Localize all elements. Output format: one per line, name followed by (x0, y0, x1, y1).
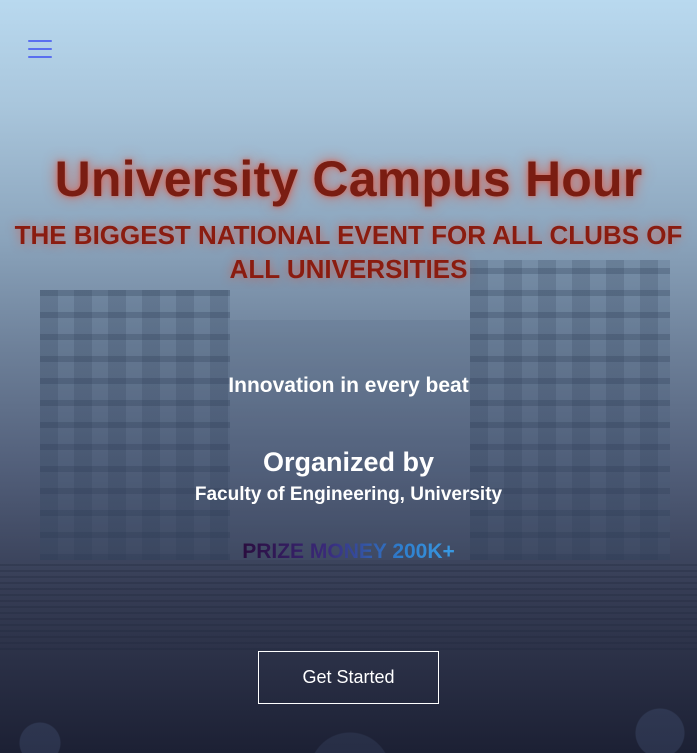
background-building-center (230, 320, 470, 560)
hero-section: University Campus Hour THE BIGGEST NATIO… (0, 0, 697, 753)
hamburger-menu-icon[interactable] (28, 40, 52, 58)
menu-bar (28, 48, 52, 50)
background-steps (0, 560, 697, 650)
organized-by-heading: Organized by (262, 447, 435, 477)
background-building-right (470, 260, 670, 560)
hero-title: University Campus Hour (54, 151, 643, 207)
prize-money-text: PRIZE MONEY 200K+ (242, 540, 455, 563)
get-started-button[interactable]: Get Started (258, 651, 439, 704)
tagline: Innovation in every beat (228, 374, 469, 397)
menu-bar (28, 56, 52, 58)
background-building-left (40, 290, 230, 560)
prize-money-banner: PRIZE MONEY 200K+ (0, 540, 697, 564)
organizer-name: Faculty of Engineering, University (194, 484, 503, 505)
menu-bar (28, 40, 52, 42)
hero-subtitle: THE BIGGEST NATIONAL EVENT FOR ALL CLUBS… (14, 220, 683, 284)
